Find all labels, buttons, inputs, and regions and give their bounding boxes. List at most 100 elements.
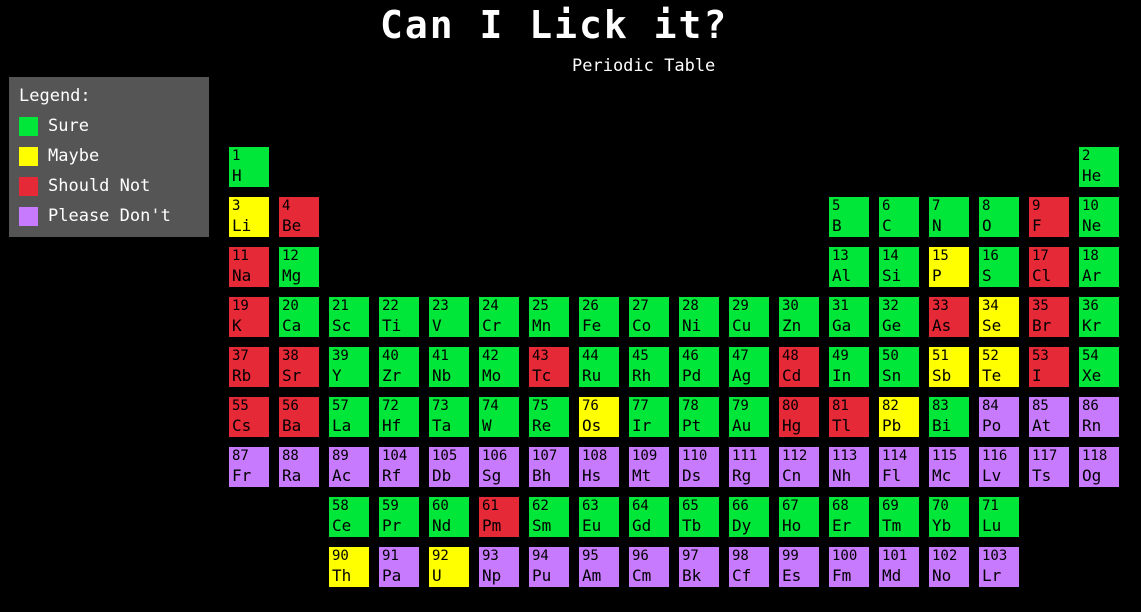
element-number: 54 bbox=[1082, 348, 1099, 364]
element-symbol: He bbox=[1082, 166, 1102, 185]
element-cell-ir: 77 Ir bbox=[629, 397, 669, 437]
element-symbol: Ta bbox=[432, 416, 452, 435]
legend-label-should-not: Should Not bbox=[48, 176, 151, 196]
element-cell-tb: 65 Tb bbox=[679, 497, 719, 537]
element-symbol: Zr bbox=[382, 366, 402, 385]
element-symbol: Kr bbox=[1082, 316, 1102, 335]
element-cell-ag: 47 Ag bbox=[729, 347, 769, 387]
element-number: 18 bbox=[1082, 248, 1099, 264]
element-symbol: Xe bbox=[1082, 366, 1102, 385]
element-number: 13 bbox=[832, 248, 849, 264]
element-symbol: Am bbox=[582, 566, 602, 585]
element-cell-ru: 44 Ru bbox=[579, 347, 619, 387]
element-cell-ds: 110 Ds bbox=[679, 447, 719, 487]
element-cell-at: 85 At bbox=[1029, 397, 1069, 437]
element-symbol: Ac bbox=[332, 466, 352, 485]
element-symbol: Co bbox=[632, 316, 652, 335]
element-number: 94 bbox=[532, 548, 549, 564]
element-number: 108 bbox=[582, 448, 608, 464]
element-cell-pm: 61 Pm bbox=[479, 497, 519, 537]
element-cell-lr: 103 Lr bbox=[979, 547, 1019, 587]
element-symbol: Mo bbox=[482, 366, 502, 385]
element-symbol: Nd bbox=[432, 516, 452, 535]
element-symbol: Bk bbox=[682, 566, 702, 585]
element-symbol: Dy bbox=[732, 516, 752, 535]
element-number: 74 bbox=[482, 398, 499, 414]
element-symbol: Lv bbox=[982, 466, 1002, 485]
element-cell-au: 79 Au bbox=[729, 397, 769, 437]
element-symbol: Tc bbox=[532, 366, 552, 385]
legend-swatch-should-not bbox=[19, 177, 38, 196]
element-cell-la: 57 La bbox=[329, 397, 369, 437]
element-cell-lu: 71 Lu bbox=[979, 497, 1019, 537]
element-symbol: Ag bbox=[732, 366, 752, 385]
element-cell-re: 75 Re bbox=[529, 397, 569, 437]
element-number: 99 bbox=[782, 548, 799, 564]
element-symbol: Es bbox=[782, 566, 802, 585]
element-number: 33 bbox=[932, 298, 949, 314]
element-symbol: P bbox=[932, 266, 942, 285]
element-number: 104 bbox=[382, 448, 408, 464]
page-title: Can I Lick it? bbox=[380, 3, 729, 47]
element-symbol: Cr bbox=[482, 316, 502, 335]
element-symbol: Pr bbox=[382, 516, 402, 535]
element-number: 82 bbox=[882, 398, 899, 414]
element-number: 55 bbox=[232, 398, 249, 414]
element-symbol: Mn bbox=[532, 316, 552, 335]
element-cell-i: 53 I bbox=[1029, 347, 1069, 387]
element-number: 84 bbox=[982, 398, 999, 414]
element-symbol: U bbox=[432, 566, 442, 585]
element-symbol: V bbox=[432, 316, 442, 335]
element-symbol: Ne bbox=[1082, 216, 1102, 235]
element-symbol: Fe bbox=[582, 316, 602, 335]
element-cell-pb: 82 Pb bbox=[879, 397, 919, 437]
element-number: 69 bbox=[882, 498, 899, 514]
element-cell-ge: 32 Ge bbox=[879, 297, 919, 337]
element-symbol: K bbox=[232, 316, 242, 335]
element-cell-lv: 116 Lv bbox=[979, 447, 1019, 487]
element-cell-es: 99 Es bbox=[779, 547, 819, 587]
element-symbol: F bbox=[1032, 216, 1042, 235]
element-cell-y: 39 Y bbox=[329, 347, 369, 387]
element-symbol: Na bbox=[232, 266, 252, 285]
element-cell-zn: 30 Zn bbox=[779, 297, 819, 337]
element-symbol: Nh bbox=[832, 466, 852, 485]
element-cell-ts: 117 Ts bbox=[1029, 447, 1069, 487]
element-number: 86 bbox=[1082, 398, 1099, 414]
element-symbol: Hf bbox=[382, 416, 402, 435]
element-cell-gd: 64 Gd bbox=[629, 497, 669, 537]
element-symbol: Ti bbox=[382, 316, 402, 335]
element-cell-f: 9F bbox=[1029, 197, 1069, 237]
element-cell-b: 5B bbox=[829, 197, 869, 237]
element-cell-tm: 69 Tm bbox=[879, 497, 919, 537]
element-number: 87 bbox=[232, 448, 249, 464]
element-symbol: La bbox=[332, 416, 352, 435]
element-number: 78 bbox=[682, 398, 699, 414]
element-number: 68 bbox=[832, 498, 849, 514]
element-number: 19 bbox=[232, 298, 249, 314]
element-cell-no: 102 No bbox=[929, 547, 969, 587]
element-number: 110 bbox=[682, 448, 708, 464]
element-cell-nd: 60 Nd bbox=[429, 497, 469, 537]
element-number: 66 bbox=[732, 498, 749, 514]
element-cell-ra: 88 Ra bbox=[279, 447, 319, 487]
element-cell-sg: 106 Sg bbox=[479, 447, 519, 487]
element-cell-fr: 87 Fr bbox=[229, 447, 269, 487]
element-symbol: Rg bbox=[732, 466, 752, 485]
element-number: 101 bbox=[882, 548, 908, 564]
element-cell-ce: 58 Ce bbox=[329, 497, 369, 537]
element-cell-os: 76 Os bbox=[579, 397, 619, 437]
element-symbol: Se bbox=[982, 316, 1002, 335]
element-number: 1 bbox=[232, 148, 241, 164]
element-number: 90 bbox=[332, 548, 349, 564]
element-number: 75 bbox=[532, 398, 549, 414]
element-cell-mo: 42 Mo bbox=[479, 347, 519, 387]
element-number: 106 bbox=[482, 448, 508, 464]
element-symbol: Cl bbox=[1032, 266, 1052, 285]
element-symbol: Re bbox=[532, 416, 552, 435]
element-cell-sn: 50 Sn bbox=[879, 347, 919, 387]
element-cell-ac: 89 Ac bbox=[329, 447, 369, 487]
element-symbol: Fr bbox=[232, 466, 252, 485]
element-symbol: Sm bbox=[532, 516, 552, 535]
element-cell-fe: 26 Fe bbox=[579, 297, 619, 337]
